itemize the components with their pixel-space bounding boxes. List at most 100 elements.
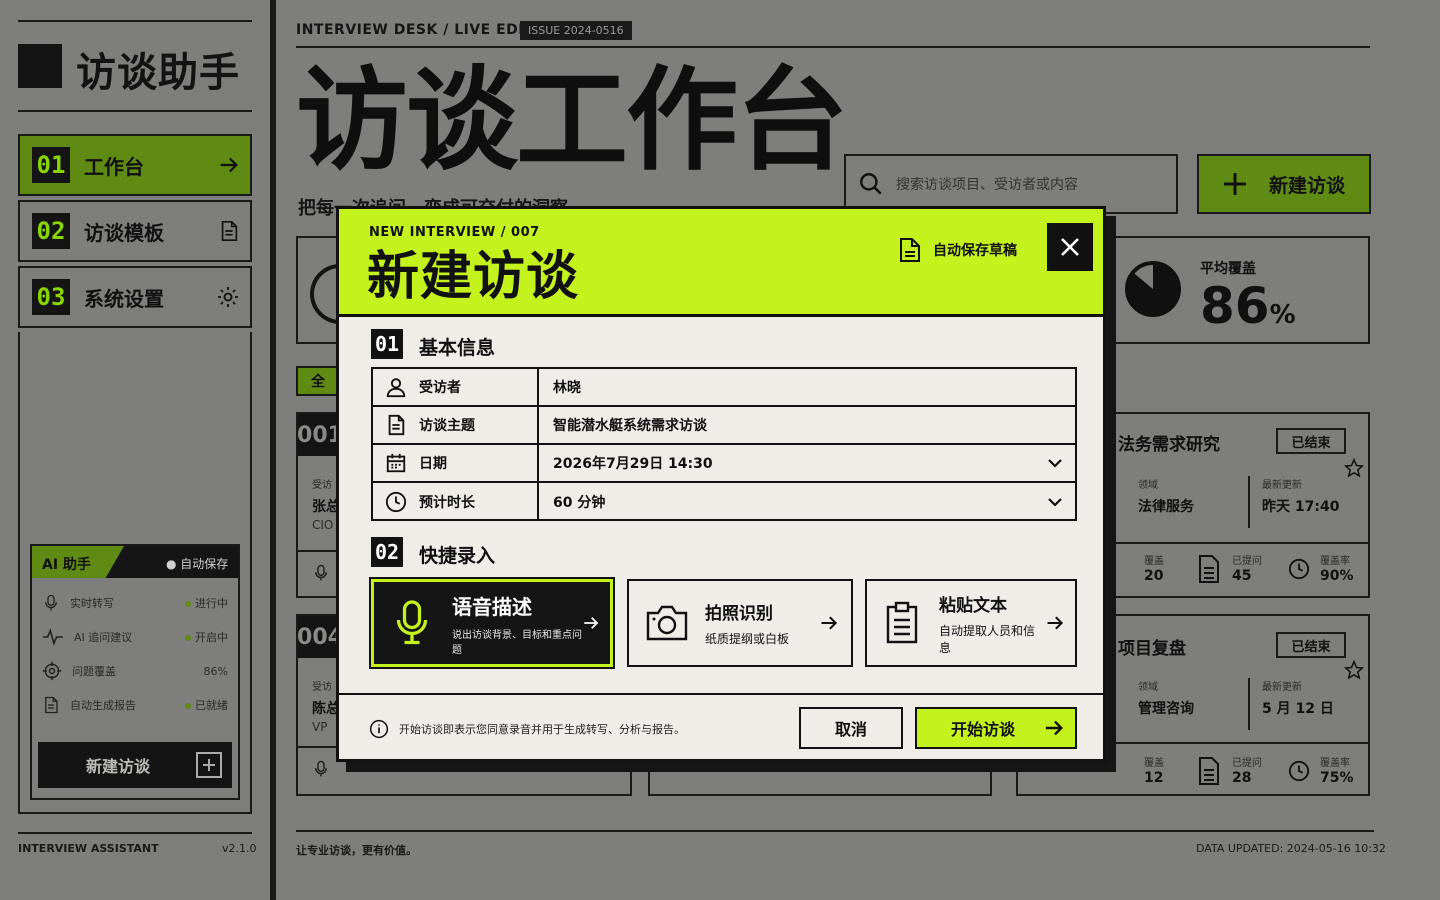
consent-text: 开始访谈即表示您同意录音并用于生成转写、分析与报告。 — [399, 723, 685, 736]
metric-value: 90% — [1320, 568, 1354, 584]
consent-notice: 开始访谈即表示您同意录音并用于生成转写、分析与报告。 — [369, 719, 685, 739]
field-label: 访谈主题 — [373, 407, 539, 443]
footer-brand: INTERVIEW ASSISTANT — [18, 842, 159, 855]
ai-row-label: 自动生成报告 — [70, 699, 136, 712]
header-rule — [296, 46, 1370, 48]
field-label-text: 日期 — [419, 456, 447, 472]
topic-input[interactable]: 智能潜水艇系统需求访谈 — [539, 415, 1075, 435]
nav-number: 01 — [32, 147, 70, 183]
brand-title: 访谈助手 — [76, 50, 240, 96]
camera-icon — [645, 604, 689, 642]
modal-kicker: NEW INTERVIEW / 007 — [369, 225, 540, 240]
paste-text-button[interactable]: 粘贴文本 自动提取人员和信息 — [865, 579, 1077, 667]
document-icon — [42, 695, 60, 715]
field-label: 受访者 — [373, 369, 539, 405]
metric-label: 覆盖率 — [1320, 758, 1350, 769]
quick-text: 粘贴文本 自动提取人员和信息 — [939, 591, 1045, 656]
section-title: 快捷录入 — [419, 545, 496, 567]
field-label: 预计时长 — [373, 483, 539, 521]
card-meta-label: 受访 — [312, 480, 332, 491]
document-icon — [1198, 554, 1220, 584]
star-icon[interactable] — [1344, 660, 1364, 680]
voice-input-button[interactable]: 语音描述 说出访谈背景、目标和重点问题 — [369, 577, 615, 669]
ai-row-status: 86% — [203, 664, 228, 678]
brand-rule-bottom — [18, 110, 252, 112]
brand-rule — [18, 20, 252, 22]
footer-updated: DATA UPDATED: 2024-05-16 10:32 — [1196, 842, 1386, 855]
ai-row-coverage: 问题覆盖 86% — [42, 656, 228, 686]
metric-label: 覆盖 — [1144, 556, 1164, 567]
sidebar-item-settings[interactable]: 03 系统设置 — [18, 266, 252, 328]
plus-icon — [1221, 170, 1249, 198]
page-title: 访谈工作台 — [296, 56, 848, 186]
field-label-text: 预计时长 — [419, 495, 475, 511]
field-label-text: 受访者 — [419, 380, 461, 396]
coverage-value: 86% — [1200, 277, 1296, 335]
modal-header: NEW INTERVIEW / 007 新建访谈 自动保存草稿 — [339, 209, 1103, 317]
coverage-pie-icon — [1125, 261, 1181, 317]
ai-row-status: 进行中 — [185, 595, 228, 611]
info-icon — [369, 719, 389, 739]
sidebar-new-interview-button[interactable]: 新建访谈 — [38, 742, 232, 788]
stat-card-coverage: 平均覆盖 86% — [1104, 236, 1370, 344]
card-role: CIO — [312, 518, 334, 532]
duration-select[interactable]: 60 分钟 — [539, 492, 1075, 512]
calendar-icon — [385, 452, 407, 474]
microphone-icon — [312, 758, 330, 780]
button-label: 新建访谈 — [1269, 174, 1346, 197]
ai-row-label: 问题覆盖 — [72, 665, 116, 678]
field-label: 日期 — [373, 445, 539, 481]
card-divider — [1248, 476, 1250, 528]
cancel-button[interactable]: 取消 — [799, 707, 903, 749]
sidebar-item-label: 访谈模板 — [84, 220, 164, 245]
metric-value: 45 — [1232, 568, 1252, 584]
ai-row-status: 开启中 — [185, 629, 228, 645]
quick-subtitle: 纸质提纲或白板 — [705, 632, 790, 646]
document-icon — [218, 220, 240, 242]
date-select[interactable]: 2026年7月29日 14:30 — [539, 453, 1075, 473]
arrow-right-icon — [1043, 717, 1065, 739]
search-input[interactable]: 搜索访谈项目、受访者或内容 — [844, 154, 1178, 214]
interviewee-input[interactable]: 林晓 — [539, 377, 1075, 397]
arrow-right-icon — [1045, 613, 1065, 633]
field-value: 林晓 — [553, 380, 581, 396]
status-badge: 已结束 — [1276, 428, 1346, 454]
target-icon — [42, 661, 62, 681]
chevron-down-icon — [1047, 458, 1063, 468]
field-value: 2026年7月29日 14:30 — [553, 456, 713, 472]
plus-icon — [196, 752, 222, 778]
card-updated: 昨天 17:40 — [1262, 499, 1340, 515]
tab-all[interactable]: 全 — [296, 366, 340, 396]
version-label: v2.1.0 — [222, 842, 257, 855]
close-button[interactable] — [1047, 223, 1093, 271]
star-icon[interactable] — [1344, 458, 1364, 478]
sidebar-item-workbench[interactable]: 01 工作台 — [18, 134, 252, 196]
form-row-date: 日期 2026年7月29日 14:30 — [373, 445, 1075, 483]
sidebar-item-label: 工作台 — [84, 154, 144, 179]
nav-number: 02 — [32, 213, 70, 249]
field-label-text: 访谈主题 — [419, 418, 475, 434]
status-badge: 已结束 — [1276, 632, 1346, 658]
document-icon — [1198, 756, 1220, 786]
quick-title: 粘贴文本 — [939, 595, 1007, 616]
arrow-right-icon — [582, 614, 600, 632]
basic-info-form: 受访者 林晓 访谈主题 智能潜水艇系统需求访谈 日期 2026年7月29日 14… — [371, 367, 1077, 521]
clock-icon — [385, 491, 407, 513]
card-meta-label: 受访 — [312, 682, 332, 693]
section-number: 02 — [371, 537, 403, 567]
new-interview-modal: NEW INTERVIEW / 007 新建访谈 自动保存草稿 01 基本信息 … — [336, 206, 1106, 762]
issue-badge: ISSUE 2024-0516 — [520, 21, 632, 40]
photo-recognition-button[interactable]: 拍照识别 纸质提纲或白板 — [627, 579, 853, 667]
header-new-interview-button[interactable]: 新建访谈 — [1197, 154, 1371, 214]
sidebar-item-templates[interactable]: 02 访谈模板 — [18, 200, 252, 262]
clock-icon — [1288, 558, 1310, 580]
metric-value: 75% — [1320, 770, 1354, 786]
quick-title: 语音描述 — [452, 594, 532, 619]
microphone-icon — [394, 599, 430, 647]
card-domain: 管理咨询 — [1138, 701, 1194, 717]
start-interview-button[interactable]: 开始访谈 — [915, 707, 1077, 749]
form-row-topic: 访谈主题 智能潜水艇系统需求访谈 — [373, 407, 1075, 445]
microphone-icon — [312, 562, 330, 584]
metric-label: 已提问 — [1232, 758, 1262, 769]
quick-subtitle: 说出访谈背景、目标和重点问题 — [452, 629, 582, 656]
